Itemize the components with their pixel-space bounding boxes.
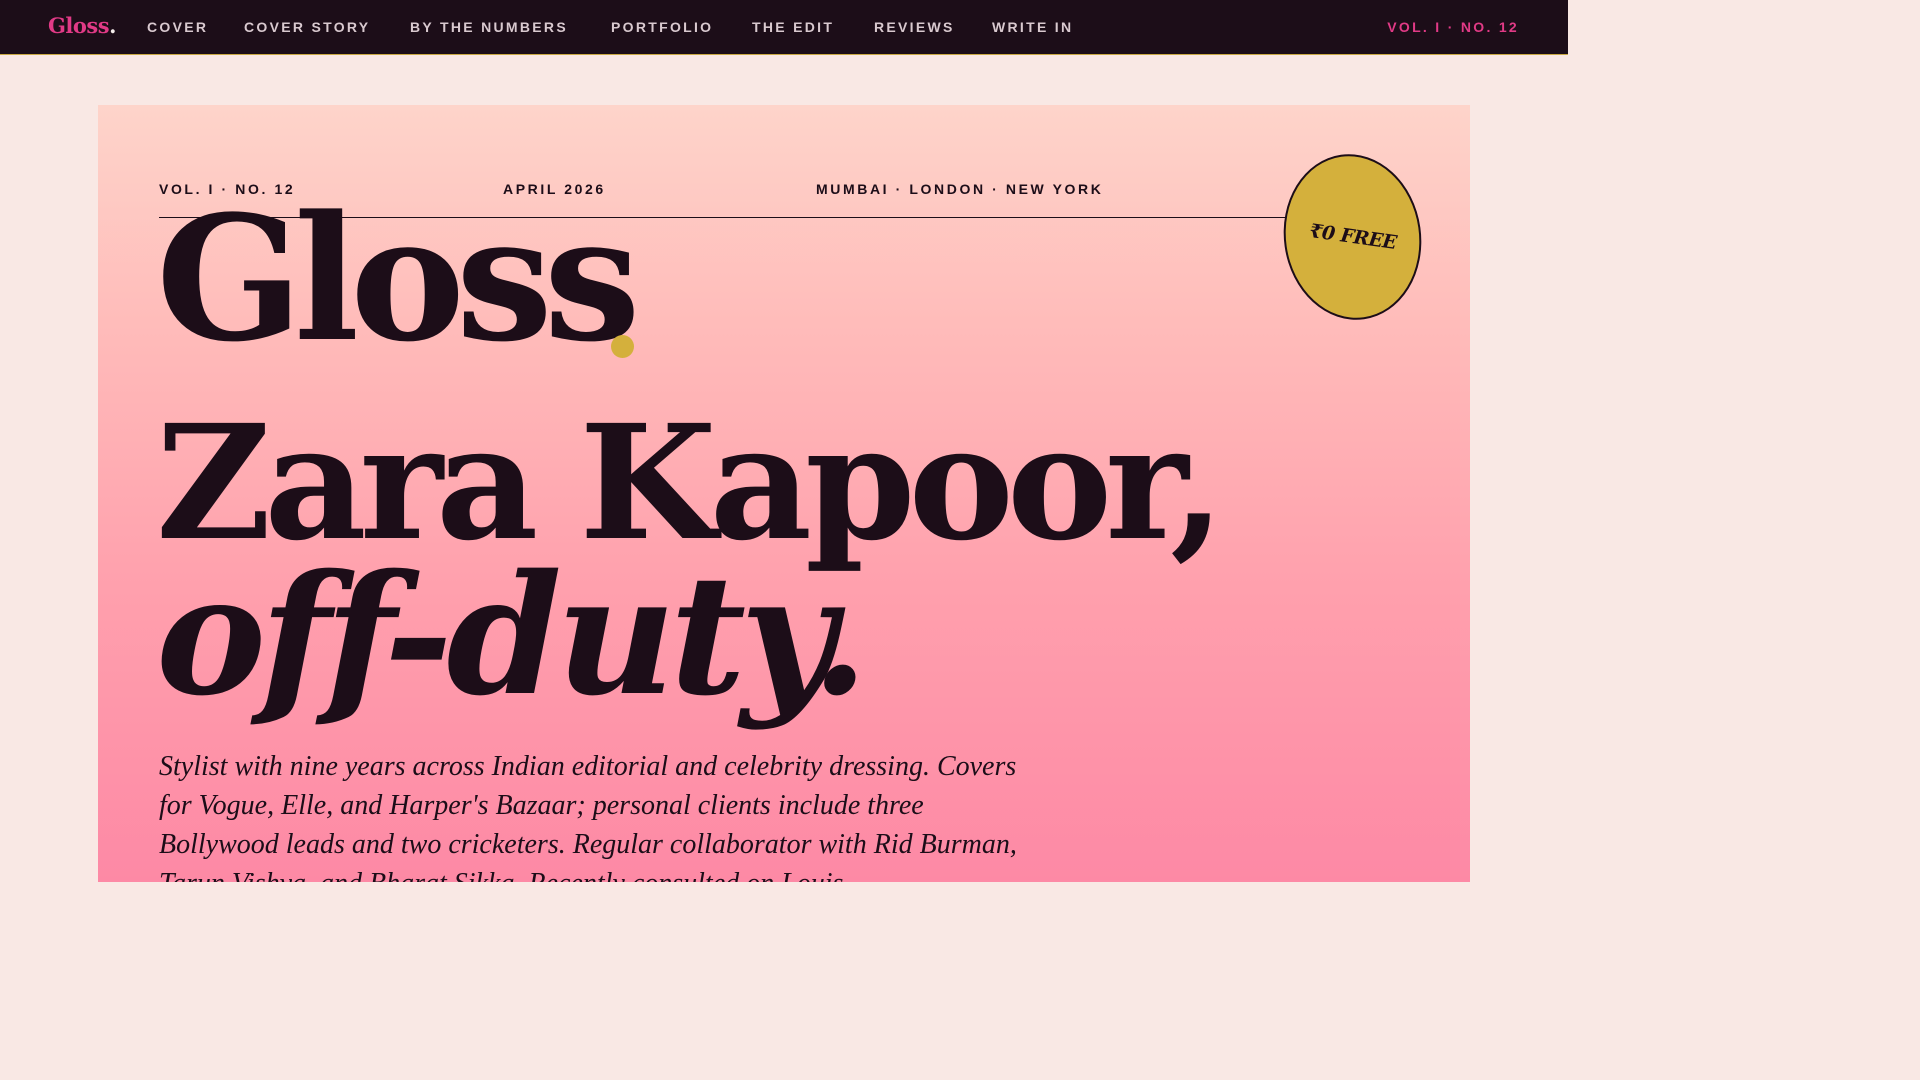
cover-cities-label: MUMBAI · LONDON · NEW YORK xyxy=(816,181,1104,197)
brand-name: Gloss xyxy=(48,13,110,38)
nav-link-write-in[interactable]: WRITE IN xyxy=(992,19,1073,35)
cover-deck: Stylist with nine years across Indian ed… xyxy=(159,751,1017,882)
cover-section: VOL. I · NO. 12 APRIL 2026 MUMBAI · LOND… xyxy=(98,105,1470,882)
nav-link-by-the-numbers[interactable]: BY THE NUMBERS xyxy=(410,19,568,35)
masthead-dot xyxy=(611,335,634,358)
price-badge-text: ₹0 FREE xyxy=(1307,219,1398,255)
nav-link-the-edit[interactable]: THE EDIT xyxy=(752,19,834,35)
nav-link-reviews[interactable]: REVIEWS xyxy=(874,19,955,35)
cover-headline-italic: off-duty. xyxy=(156,538,869,732)
top-nav: Gloss. COVER COVER STORY BY THE NUMBERS … xyxy=(0,0,1568,55)
cover-masthead: Gloss xyxy=(156,177,641,380)
nav-link-cover-story[interactable]: COVER STORY xyxy=(244,19,370,35)
nav-issue-label: VOL. I · NO. 12 xyxy=(1387,19,1519,35)
nav-link-cover[interactable]: COVER xyxy=(147,19,208,35)
nav-link-portfolio[interactable]: PORTFOLIO xyxy=(611,19,713,35)
brand-logo-link[interactable]: Gloss. xyxy=(48,13,116,38)
brand-dot: . xyxy=(109,13,116,38)
price-badge: ₹0 FREE xyxy=(1273,145,1432,329)
